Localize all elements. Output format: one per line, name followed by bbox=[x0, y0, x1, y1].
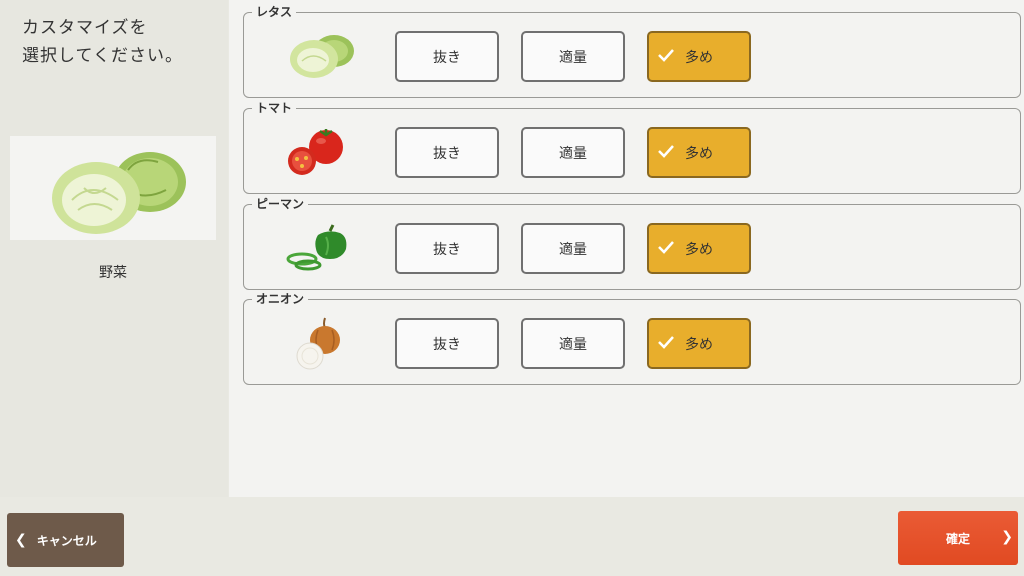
option-none-button[interactable]: 抜き bbox=[395, 127, 499, 178]
option-label: 多め bbox=[685, 49, 713, 66]
bottom-bar bbox=[0, 497, 1024, 576]
tomato-icon bbox=[278, 123, 360, 181]
left-panel: カスタマイズを 選択してください。 野菜 bbox=[0, 0, 228, 576]
option-none-button[interactable]: 抜き bbox=[395, 31, 499, 82]
option-label: 多め bbox=[685, 241, 713, 258]
item-name: ピーマン bbox=[252, 196, 309, 212]
check-icon bbox=[658, 49, 674, 62]
item-name: トマト bbox=[252, 100, 297, 116]
instruction-line-2: 選択してください。 bbox=[22, 46, 183, 66]
option-label: 多め bbox=[685, 336, 713, 353]
chevron-left-icon: ❮ bbox=[15, 532, 27, 548]
option-label: 適量 bbox=[559, 241, 587, 258]
option-regular-button[interactable]: 適量 bbox=[521, 31, 625, 82]
option-extra-button[interactable]: 多め bbox=[647, 31, 751, 82]
item-row-green-pepper: ピーマン 抜き 適量 多め bbox=[243, 196, 1021, 290]
item-row-tomato: トマト 抜き 適量 多め bbox=[243, 100, 1021, 194]
option-label: 適量 bbox=[559, 145, 587, 162]
item-name: レタス bbox=[252, 4, 297, 20]
option-label: 適量 bbox=[559, 49, 587, 66]
option-label: 抜き bbox=[433, 241, 461, 258]
chevron-right-icon: ❯ bbox=[1001, 529, 1013, 545]
instruction-text: カスタマイズを 選択してください。 bbox=[22, 14, 222, 70]
category-label: 野菜 bbox=[99, 265, 127, 281]
option-extra-button[interactable]: 多め bbox=[647, 223, 751, 274]
check-icon bbox=[658, 241, 674, 254]
item-name: オニオン bbox=[252, 291, 309, 307]
option-label: 抜き bbox=[433, 49, 461, 66]
category-lettuce-image bbox=[10, 136, 216, 240]
item-row-onion: オニオン 抜き 適量 多め bbox=[243, 291, 1021, 385]
option-regular-button[interactable]: 適量 bbox=[521, 318, 625, 369]
option-label: 多め bbox=[685, 145, 713, 162]
option-none-button[interactable]: 抜き bbox=[395, 318, 499, 369]
onion-icon bbox=[278, 314, 360, 372]
option-label: 抜き bbox=[433, 336, 461, 353]
option-regular-button[interactable]: 適量 bbox=[521, 127, 625, 178]
lettuce-icon bbox=[278, 27, 360, 85]
option-regular-button[interactable]: 適量 bbox=[521, 223, 625, 274]
customize-panel: レタス 抜き 適量 多め トマト 抜き 適量 多め ピーマン 抜き 適量 多め … bbox=[229, 0, 1024, 497]
option-extra-button[interactable]: 多め bbox=[647, 318, 751, 369]
check-icon bbox=[658, 336, 674, 349]
cancel-label: キャンセル bbox=[36, 533, 97, 548]
option-extra-button[interactable]: 多め bbox=[647, 127, 751, 178]
option-label: 抜き bbox=[433, 145, 461, 162]
green-pepper-icon bbox=[278, 219, 360, 277]
confirm-label: 確定 bbox=[945, 531, 970, 546]
option-none-button[interactable]: 抜き bbox=[395, 223, 499, 274]
check-icon bbox=[658, 145, 674, 158]
confirm-button[interactable]: 確定 ❯ bbox=[898, 511, 1018, 565]
cancel-button[interactable]: ❮ キャンセル bbox=[7, 513, 124, 567]
item-row-lettuce: レタス 抜き 適量 多め bbox=[243, 4, 1021, 98]
instruction-line-1: カスタマイズを bbox=[22, 18, 148, 38]
option-label: 適量 bbox=[559, 336, 587, 353]
